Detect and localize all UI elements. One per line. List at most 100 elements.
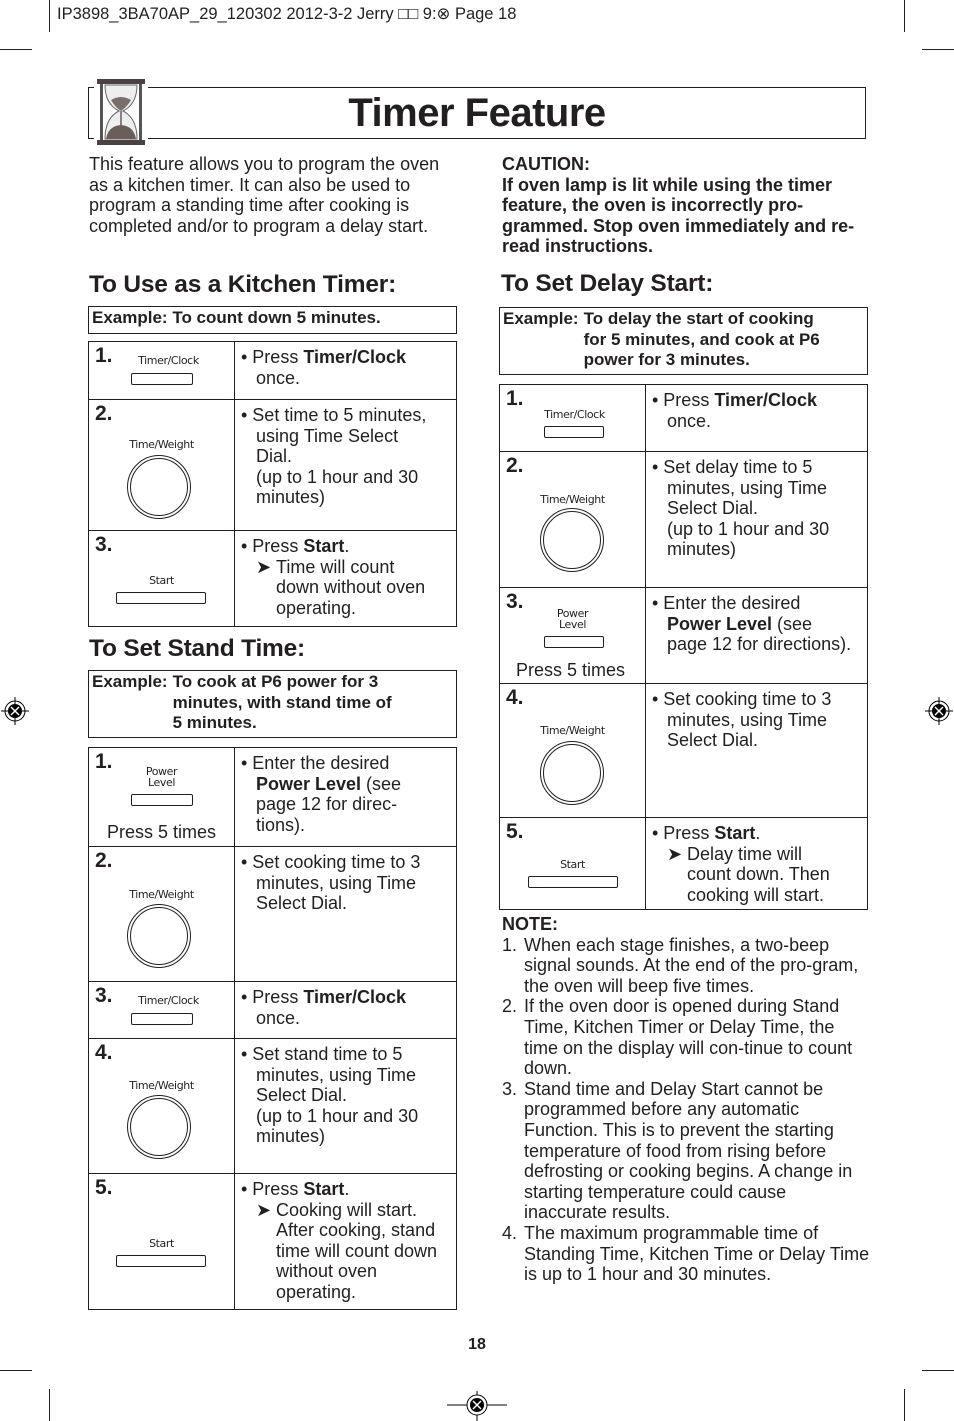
instr-text: (up to 1 hour and 30: [256, 466, 419, 487]
print-header: IP3898_3BA70AP_29_120302 2012-3-2 Jerry …: [57, 5, 517, 23]
crop-mark: [922, 49, 954, 50]
instr-text: page 12 for direc-: [256, 794, 398, 815]
step-number: 2.: [506, 454, 524, 477]
step-number: 2.: [95, 402, 113, 425]
instr-bold: Timer/Clock: [714, 390, 818, 410]
step-number: 2.: [95, 849, 113, 872]
example-text: To count down 5 minutes.: [172, 308, 381, 327]
delay-start-heading: To Set Delay Start:: [501, 270, 714, 297]
instr-text: down without oven: [276, 577, 426, 598]
example-text: power for 3 minutes.: [583, 350, 750, 369]
instr-text: After cooking, stand: [276, 1220, 436, 1241]
instr-text: Cooking will start.: [276, 1199, 418, 1220]
instr-text: using Time Select: [256, 425, 399, 446]
start-label: Start: [149, 1237, 174, 1250]
instr-text: page 12 for directions).: [667, 634, 852, 655]
instr-text: Select Dial.: [667, 730, 759, 751]
kitchen-timer-example: Example: To count down 5 minutes.: [88, 306, 457, 334]
step-number: 5.: [506, 820, 524, 843]
instr-text: • Set time to 5 minutes,: [241, 405, 427, 425]
note-item: 3. Stand time and Delay Start cannot be p…: [502, 1079, 872, 1223]
start-button-icon: [116, 1255, 206, 1267]
instr-text: • Enter the desired: [241, 753, 390, 773]
instr-text: minutes, using Time: [256, 1064, 417, 1085]
time-select-dial-icon: [127, 904, 191, 968]
instr-text: minutes, using Time: [667, 709, 828, 730]
instr-text: tions).: [256, 814, 306, 835]
timer-clock-button-icon: [544, 426, 604, 438]
instr-text: • Press: [241, 987, 304, 1007]
crop-mark: [49, 1389, 50, 1421]
step-row: 4. Time/Weight • Set cooking time to 3 m…: [499, 683, 868, 818]
time-weight-label: Time/Weight: [129, 438, 194, 451]
power-level-label: Power Level: [89, 766, 234, 788]
instr-text: minutes, using Time: [667, 477, 828, 498]
step-row: 1. Timer/Clock • Press Timer/Clock once.: [499, 384, 868, 452]
delay-start-example: Example: To delay the start of cooking fo…: [499, 307, 868, 375]
kitchen-timer-heading: To Use as a Kitchen Timer:: [89, 271, 397, 298]
example-text: To delay the start of cooking: [583, 309, 814, 328]
instr-text: once.: [667, 410, 712, 431]
instr-text: • Press: [241, 347, 304, 367]
kitchen-timer-steps: 1. Timer/Clock • Press Timer/Clock once. …: [88, 341, 457, 627]
instr-text: (up to 1 hour and 30: [667, 518, 830, 539]
instr-text: • Set cooking time to 3: [241, 852, 421, 872]
time-weight-label: Time/Weight: [540, 724, 605, 737]
note-text: When each stage finishes, a two-beep sig…: [524, 934, 859, 996]
instr-text: Time will count: [276, 556, 395, 577]
note-item: 1. When each stage finishes, a two-beep s…: [502, 935, 872, 997]
instr-text: time will count down: [276, 1240, 438, 1261]
step-row: 2. Time/Weight • Set time to 5 minutes, …: [88, 399, 457, 531]
start-button-icon: [116, 592, 206, 604]
instr-text: Select Dial.: [256, 893, 348, 914]
registration-mark-icon: [447, 1391, 507, 1421]
instr-text: .: [344, 536, 350, 556]
crop-mark: [904, 1389, 905, 1421]
step-row: 5. Start • Press Start. ➤ Cooking will s…: [88, 1173, 457, 1310]
level-text: Level: [147, 776, 176, 789]
note-item: 2. If the oven door is opened during Stan…: [502, 996, 872, 1078]
caution-text: If oven lamp is lit while using the time…: [502, 174, 855, 257]
time-weight-label: Time/Weight: [129, 888, 194, 901]
time-select-dial-icon: [127, 455, 191, 519]
instr-text: • Enter the desired: [652, 593, 801, 613]
registration-mark-icon: [925, 697, 953, 725]
instr-text: cooking will start.: [687, 884, 825, 905]
timer-clock-label: Timer/Clock: [544, 408, 605, 421]
instr-text: once.: [256, 367, 301, 388]
instr-text: • Set cooking time to 3: [652, 689, 832, 709]
crop-mark: [0, 49, 32, 50]
instr-bold: Power Level: [667, 613, 773, 634]
notes-heading: NOTE:: [502, 914, 558, 934]
instr-text: • Set stand time to 5: [241, 1044, 403, 1064]
timer-clock-button-icon: [131, 373, 193, 385]
power-level-button-icon: [544, 636, 604, 648]
crop-mark: [0, 1370, 32, 1371]
step-row: 2. Time/Weight • Set cooking time to 3 m…: [88, 846, 457, 982]
timer-clock-label: Timer/Clock: [138, 354, 199, 367]
step-row: 2. Time/Weight • Set delay time to 5 min…: [499, 451, 868, 588]
example-text: minutes, with stand time of: [172, 692, 392, 712]
intro-text: This feature allows you to program the o…: [89, 154, 440, 236]
example-text: for 5 minutes, and cook at P6: [583, 329, 820, 349]
step-row: 1. Timer/Clock • Press Timer/Clock once.: [88, 341, 457, 400]
step-row: 3. Start • Press Start. ➤ Time will coun…: [88, 530, 457, 627]
crop-mark: [49, 0, 50, 32]
instr-text: without oven: [276, 1261, 378, 1282]
step-number: 4.: [506, 686, 524, 709]
note-number: 4.: [502, 1222, 518, 1243]
caution-heading: CAUTION:: [502, 154, 590, 174]
note-number: 1.: [502, 934, 518, 955]
page-title: Timer Feature: [348, 91, 606, 135]
instr-text: Select Dial.: [667, 498, 759, 519]
instr-text: count down. Then: [687, 864, 830, 885]
stand-time-example: Example: To cook at P6 power for 3 minute…: [88, 670, 457, 738]
time-weight-label: Time/Weight: [129, 1079, 194, 1092]
step-row: 3. Timer/Clock • Press Timer/Clock once.: [88, 981, 457, 1039]
note-item: 4. The maximum programmable time of Stand…: [502, 1223, 872, 1285]
start-label: Start: [149, 574, 174, 587]
instr-bold: Start: [303, 536, 345, 556]
instr-text: Select Dial.: [256, 1085, 348, 1106]
time-weight-label: Time/Weight: [540, 493, 605, 506]
page-number: 18: [468, 1336, 486, 1353]
